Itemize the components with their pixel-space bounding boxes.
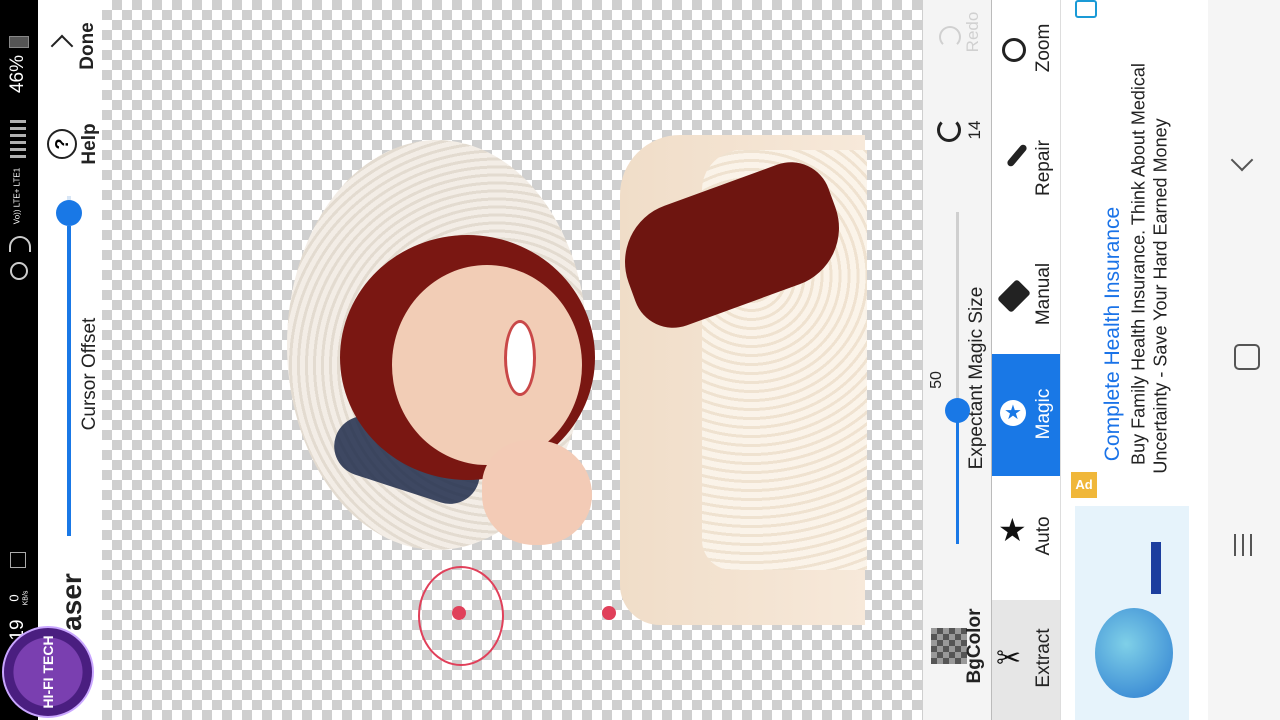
wifi-icon xyxy=(9,236,31,252)
scissors-icon: ✂ xyxy=(996,642,1022,675)
done-button[interactable]: Done xyxy=(38,0,102,90)
ad-image-people xyxy=(1095,608,1173,698)
ad-description-line1: Buy Family Health Insurance. Think About… xyxy=(1128,63,1149,465)
photo-mouth xyxy=(504,320,536,396)
cursor-offset-slider[interactable] xyxy=(56,196,82,536)
ad-description-line2: Uncertainty - Save Your Hard Earned Mone… xyxy=(1150,118,1171,474)
magic-star-icon: ★ xyxy=(1000,400,1026,426)
tool-manual-label: Manual xyxy=(1033,262,1054,326)
done-label: Done xyxy=(77,22,98,70)
status-bar: 46% Vo)) LTE+ LTE1 0 KB/s 19 xyxy=(0,0,38,720)
ad-image-button xyxy=(1151,542,1161,594)
ad-info-icon[interactable] xyxy=(1075,0,1097,18)
help-label: Help xyxy=(79,123,100,165)
nav-home-icon[interactable] xyxy=(1234,344,1260,370)
tool-extract[interactable]: ✂ Extract xyxy=(992,600,1062,720)
bgcolor-button[interactable]: BgColor xyxy=(923,600,991,720)
ad-banner[interactable]: Complete Health Insurance Buy Family Hea… xyxy=(1060,0,1209,720)
tool-extract-label: Extract xyxy=(1033,628,1054,688)
tool-repair[interactable]: Repair xyxy=(992,110,1062,215)
undo-icon[interactable] xyxy=(937,118,961,142)
editor-header: Done ? Help Cursor Offset aser xyxy=(38,0,103,720)
network-indicator: Vo)) LTE+ LTE1 xyxy=(12,167,22,225)
star-icon: ★ xyxy=(998,512,1027,548)
tool-repair-label: Repair xyxy=(1033,140,1054,196)
cursor-offset-label: Cursor Offset xyxy=(79,317,100,431)
touch-point-dot[interactable] xyxy=(602,606,616,620)
ad-title[interactable]: Complete Health Insurance xyxy=(1101,207,1125,461)
cursor-offset-thumb[interactable] xyxy=(56,200,82,226)
bgcolor-label: BgColor xyxy=(964,608,985,684)
chevron-right-icon xyxy=(50,34,74,58)
help-button[interactable]: ? Help xyxy=(38,116,102,176)
magic-size-slider[interactable] xyxy=(945,212,970,544)
undo-count: 14 xyxy=(965,120,984,140)
photo-hand xyxy=(482,440,592,545)
brush-cursor-dot xyxy=(452,606,466,620)
channel-logo-text: HI-FI TECH xyxy=(40,635,56,709)
magic-size-panel: Redo 14 50 Expectant Magic Size xyxy=(923,0,991,600)
tool-manual[interactable]: Manual xyxy=(992,236,1062,352)
tool-panel: Redo 14 50 Expectant Magic Size Zoom Rep… xyxy=(922,0,1062,720)
magic-size-fill xyxy=(956,412,959,544)
cursor-offset-fill xyxy=(67,226,71,536)
photo-face xyxy=(392,265,582,465)
tool-zoom-label: Zoom xyxy=(1033,23,1054,73)
ad-image[interactable] xyxy=(1075,506,1189,720)
tool-auto-label: Auto xyxy=(1033,516,1054,556)
tool-magic[interactable]: ★ Magic xyxy=(992,354,1062,476)
network-speed-value: 0 xyxy=(6,594,22,602)
mode-title: aser xyxy=(56,573,87,631)
editing-canvas[interactable] xyxy=(102,0,922,720)
checkerboard-icon xyxy=(931,628,967,664)
help-icon: ? xyxy=(47,129,77,159)
network-speed-unit: KB/s xyxy=(22,590,30,606)
brush-icon xyxy=(1005,143,1029,168)
redo-icon[interactable] xyxy=(939,26,961,48)
redo-label[interactable]: Redo xyxy=(963,12,983,53)
magic-size-label: Expectant Magic Size xyxy=(966,286,987,470)
system-navigation-bar xyxy=(1208,0,1280,720)
tool-zoom[interactable]: Zoom xyxy=(992,0,1062,92)
tool-auto[interactable]: ★ Auto xyxy=(992,478,1062,598)
alarm-icon xyxy=(10,262,28,280)
nav-recents-icon[interactable] xyxy=(1234,534,1256,556)
tool-magic-label: Magic xyxy=(1033,388,1054,440)
eraser-icon xyxy=(997,279,1031,313)
ad-badge: Ad xyxy=(1071,472,1097,498)
nav-collapse-chevron-icon[interactable] xyxy=(1230,148,1254,172)
screen-record-icon xyxy=(10,552,26,568)
battery-percent: 46% xyxy=(7,54,28,94)
tool-list: Zoom Repair Manual ★ Magic ★ Auto ✂ Extr… xyxy=(991,0,1062,720)
channel-logo: HI-FI TECH xyxy=(2,626,94,718)
battery-icon xyxy=(9,36,29,48)
zoom-icon xyxy=(1002,38,1026,62)
signal-icon xyxy=(10,118,26,158)
magic-size-value: 50 xyxy=(928,371,945,389)
